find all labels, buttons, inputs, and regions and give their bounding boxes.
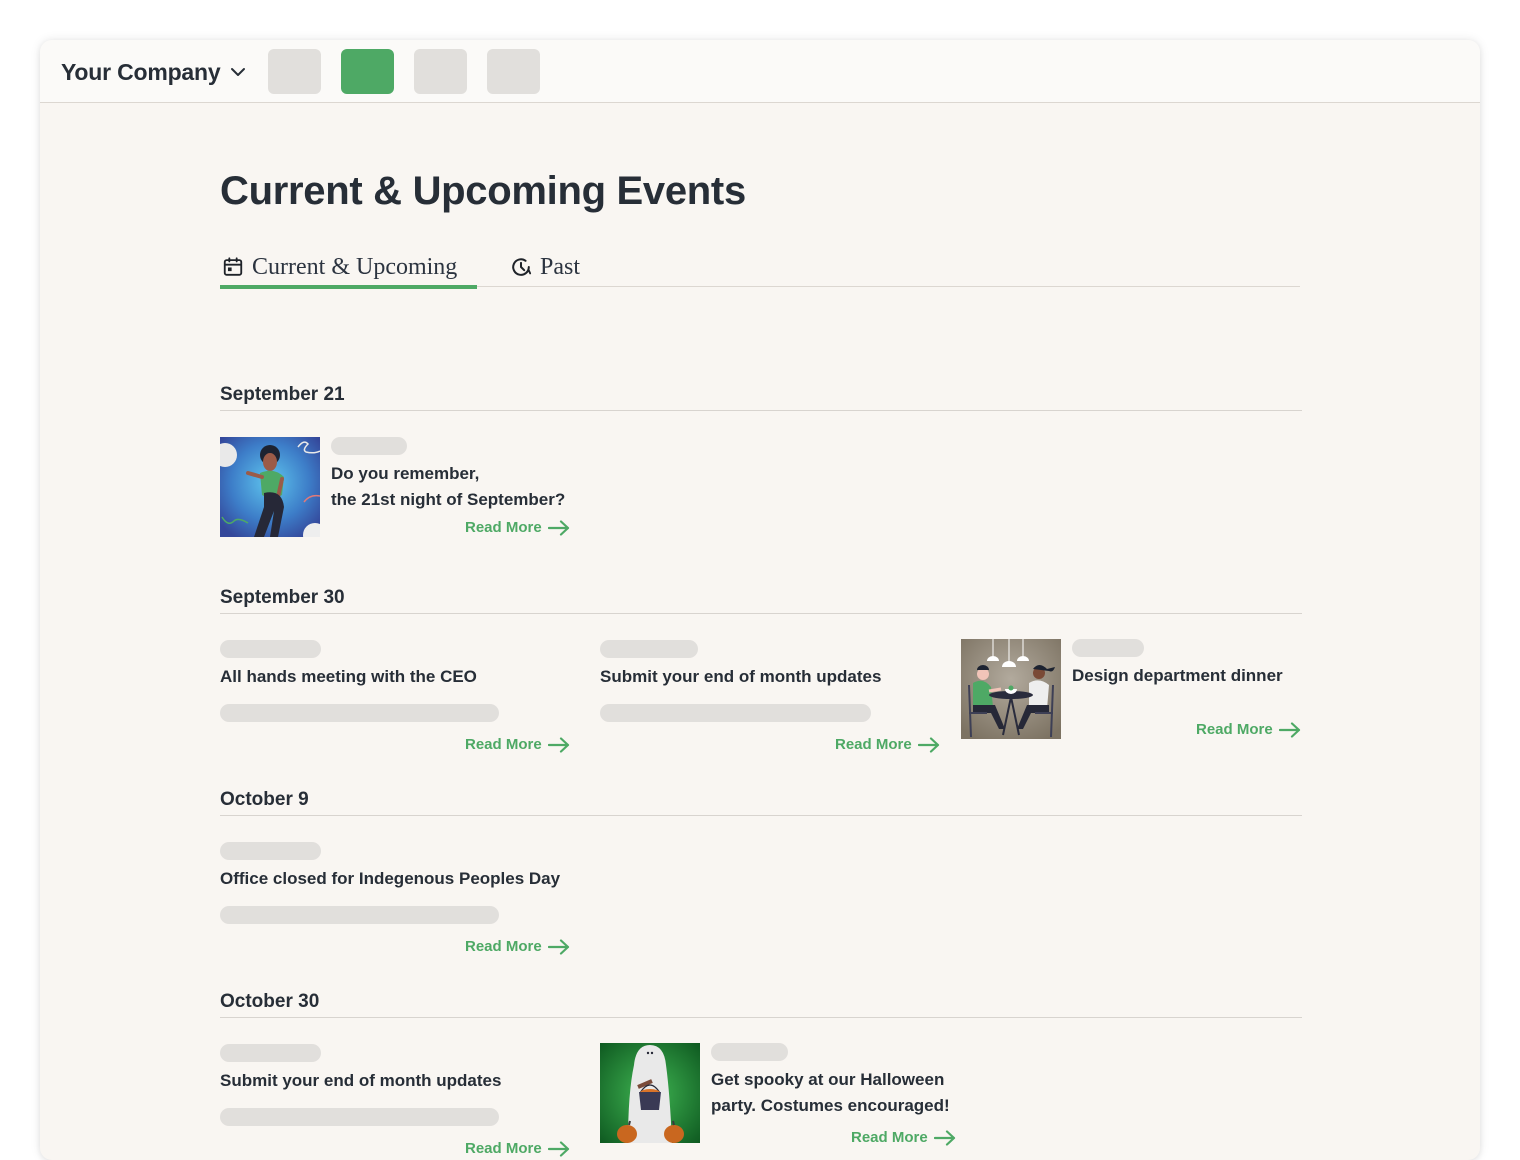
read-more-label: Read More — [465, 519, 542, 536]
clock-history-icon — [512, 258, 532, 276]
arrow-right-icon — [547, 736, 569, 753]
read-more-link[interactable]: Read More — [1196, 721, 1301, 738]
read-more-label: Read More — [1196, 721, 1273, 738]
date-heading: October 30 — [220, 991, 1302, 1018]
placeholder-bar — [711, 1043, 788, 1061]
event-title-line: the 21st night of September? — [331, 490, 566, 509]
calendar-icon — [223, 257, 243, 276]
tab-label: Past — [540, 253, 581, 280]
arrow-right-icon — [547, 519, 569, 536]
event-card[interactable]: Office closed for Indegenous Peoples Day… — [220, 842, 620, 962]
read-more-label: Read More — [465, 938, 542, 955]
event-title: Get spooky at our Halloween party. Costu… — [711, 1067, 950, 1119]
read-more-label: Read More — [851, 1129, 928, 1146]
event-card[interactable]: Submit your end of month updates Read Mo… — [220, 1044, 580, 1160]
event-title-line: party. Costumes encouraged! — [711, 1096, 950, 1115]
event-title: Do you remember, the 21st night of Septe… — [331, 461, 565, 513]
event-title: Submit your end of month updates — [600, 667, 882, 686]
placeholder-bar — [220, 906, 499, 924]
tab-current-upcoming[interactable]: Current & Upcoming — [220, 247, 477, 289]
placeholder-bar — [331, 437, 407, 455]
tab-label: Current & Upcoming — [252, 253, 458, 280]
read-more-link[interactable]: Read More — [851, 1129, 956, 1146]
page-title: Current & Upcoming Events — [220, 169, 746, 213]
nav-button-2-active[interactable] — [341, 49, 394, 94]
event-title: Office closed for Indegenous Peoples Day — [220, 869, 561, 888]
placeholder-bar — [600, 640, 698, 658]
arrow-right-icon — [547, 1140, 569, 1157]
event-card[interactable]: Get spooky at our Halloween party. Costu… — [600, 1043, 970, 1153]
event-title: Design department dinner — [1072, 666, 1283, 685]
read-more-link[interactable]: Read More — [835, 736, 940, 753]
company-name: Your Company — [61, 58, 221, 85]
read-more-link[interactable]: Read More — [465, 736, 570, 753]
placeholder-bar — [220, 842, 321, 860]
arrow-right-icon — [1278, 721, 1300, 738]
arrow-right-icon — [547, 938, 569, 955]
event-title: All hands meeting with the CEO — [220, 667, 477, 686]
event-image-dinner — [961, 639, 1061, 739]
event-image-ghost — [600, 1043, 700, 1143]
dinner-illustration — [961, 639, 1061, 739]
company-switcher[interactable]: Your Company — [61, 57, 248, 87]
placeholder-bar — [220, 1108, 499, 1126]
nav-button-4[interactable] — [487, 49, 540, 94]
arrow-right-icon — [917, 736, 939, 753]
read-more-link[interactable]: Read More — [465, 938, 570, 955]
placeholder-bar — [600, 704, 871, 722]
placeholder-bar — [220, 704, 499, 722]
chevron-down-icon — [231, 68, 246, 76]
nav-button-1[interactable] — [268, 49, 321, 94]
read-more-label: Read More — [835, 736, 912, 753]
arrow-right-icon — [933, 1129, 955, 1146]
event-title-line: Get spooky at our Halloween — [711, 1070, 945, 1089]
ghost-halloween-illustration — [600, 1043, 700, 1143]
event-card[interactable]: Design department dinner Read More — [961, 639, 1303, 749]
event-title-line: Do you remember, — [331, 464, 480, 483]
event-image-dancing-person — [220, 437, 320, 537]
app-window: Your Company Current & Upcoming Events C… — [40, 40, 1480, 1160]
dancing-person-illustration — [220, 437, 320, 537]
top-bar: Your Company — [40, 40, 1480, 103]
tab-bar: Current & Upcoming Past — [220, 247, 1300, 289]
event-card[interactable]: Do you remember, the 21st night of Septe… — [220, 437, 580, 547]
read-more-label: Read More — [465, 736, 542, 753]
read-more-link[interactable]: Read More — [465, 1140, 570, 1157]
tab-past[interactable]: Past — [510, 247, 580, 287]
read-more-link[interactable]: Read More — [465, 519, 570, 536]
event-card[interactable]: Submit your end of month updates Read Mo… — [600, 640, 960, 760]
read-more-label: Read More — [465, 1140, 542, 1157]
nav-button-3[interactable] — [414, 49, 467, 94]
date-heading: September 21 — [220, 384, 1302, 411]
placeholder-bar — [220, 640, 321, 658]
placeholder-bar — [220, 1044, 321, 1062]
date-heading: September 30 — [220, 587, 1302, 614]
date-heading: October 9 — [220, 789, 1302, 816]
placeholder-bar — [1072, 639, 1144, 657]
event-title: Submit your end of month updates — [220, 1071, 502, 1090]
event-card[interactable]: All hands meeting with the CEO Read More — [220, 640, 580, 760]
